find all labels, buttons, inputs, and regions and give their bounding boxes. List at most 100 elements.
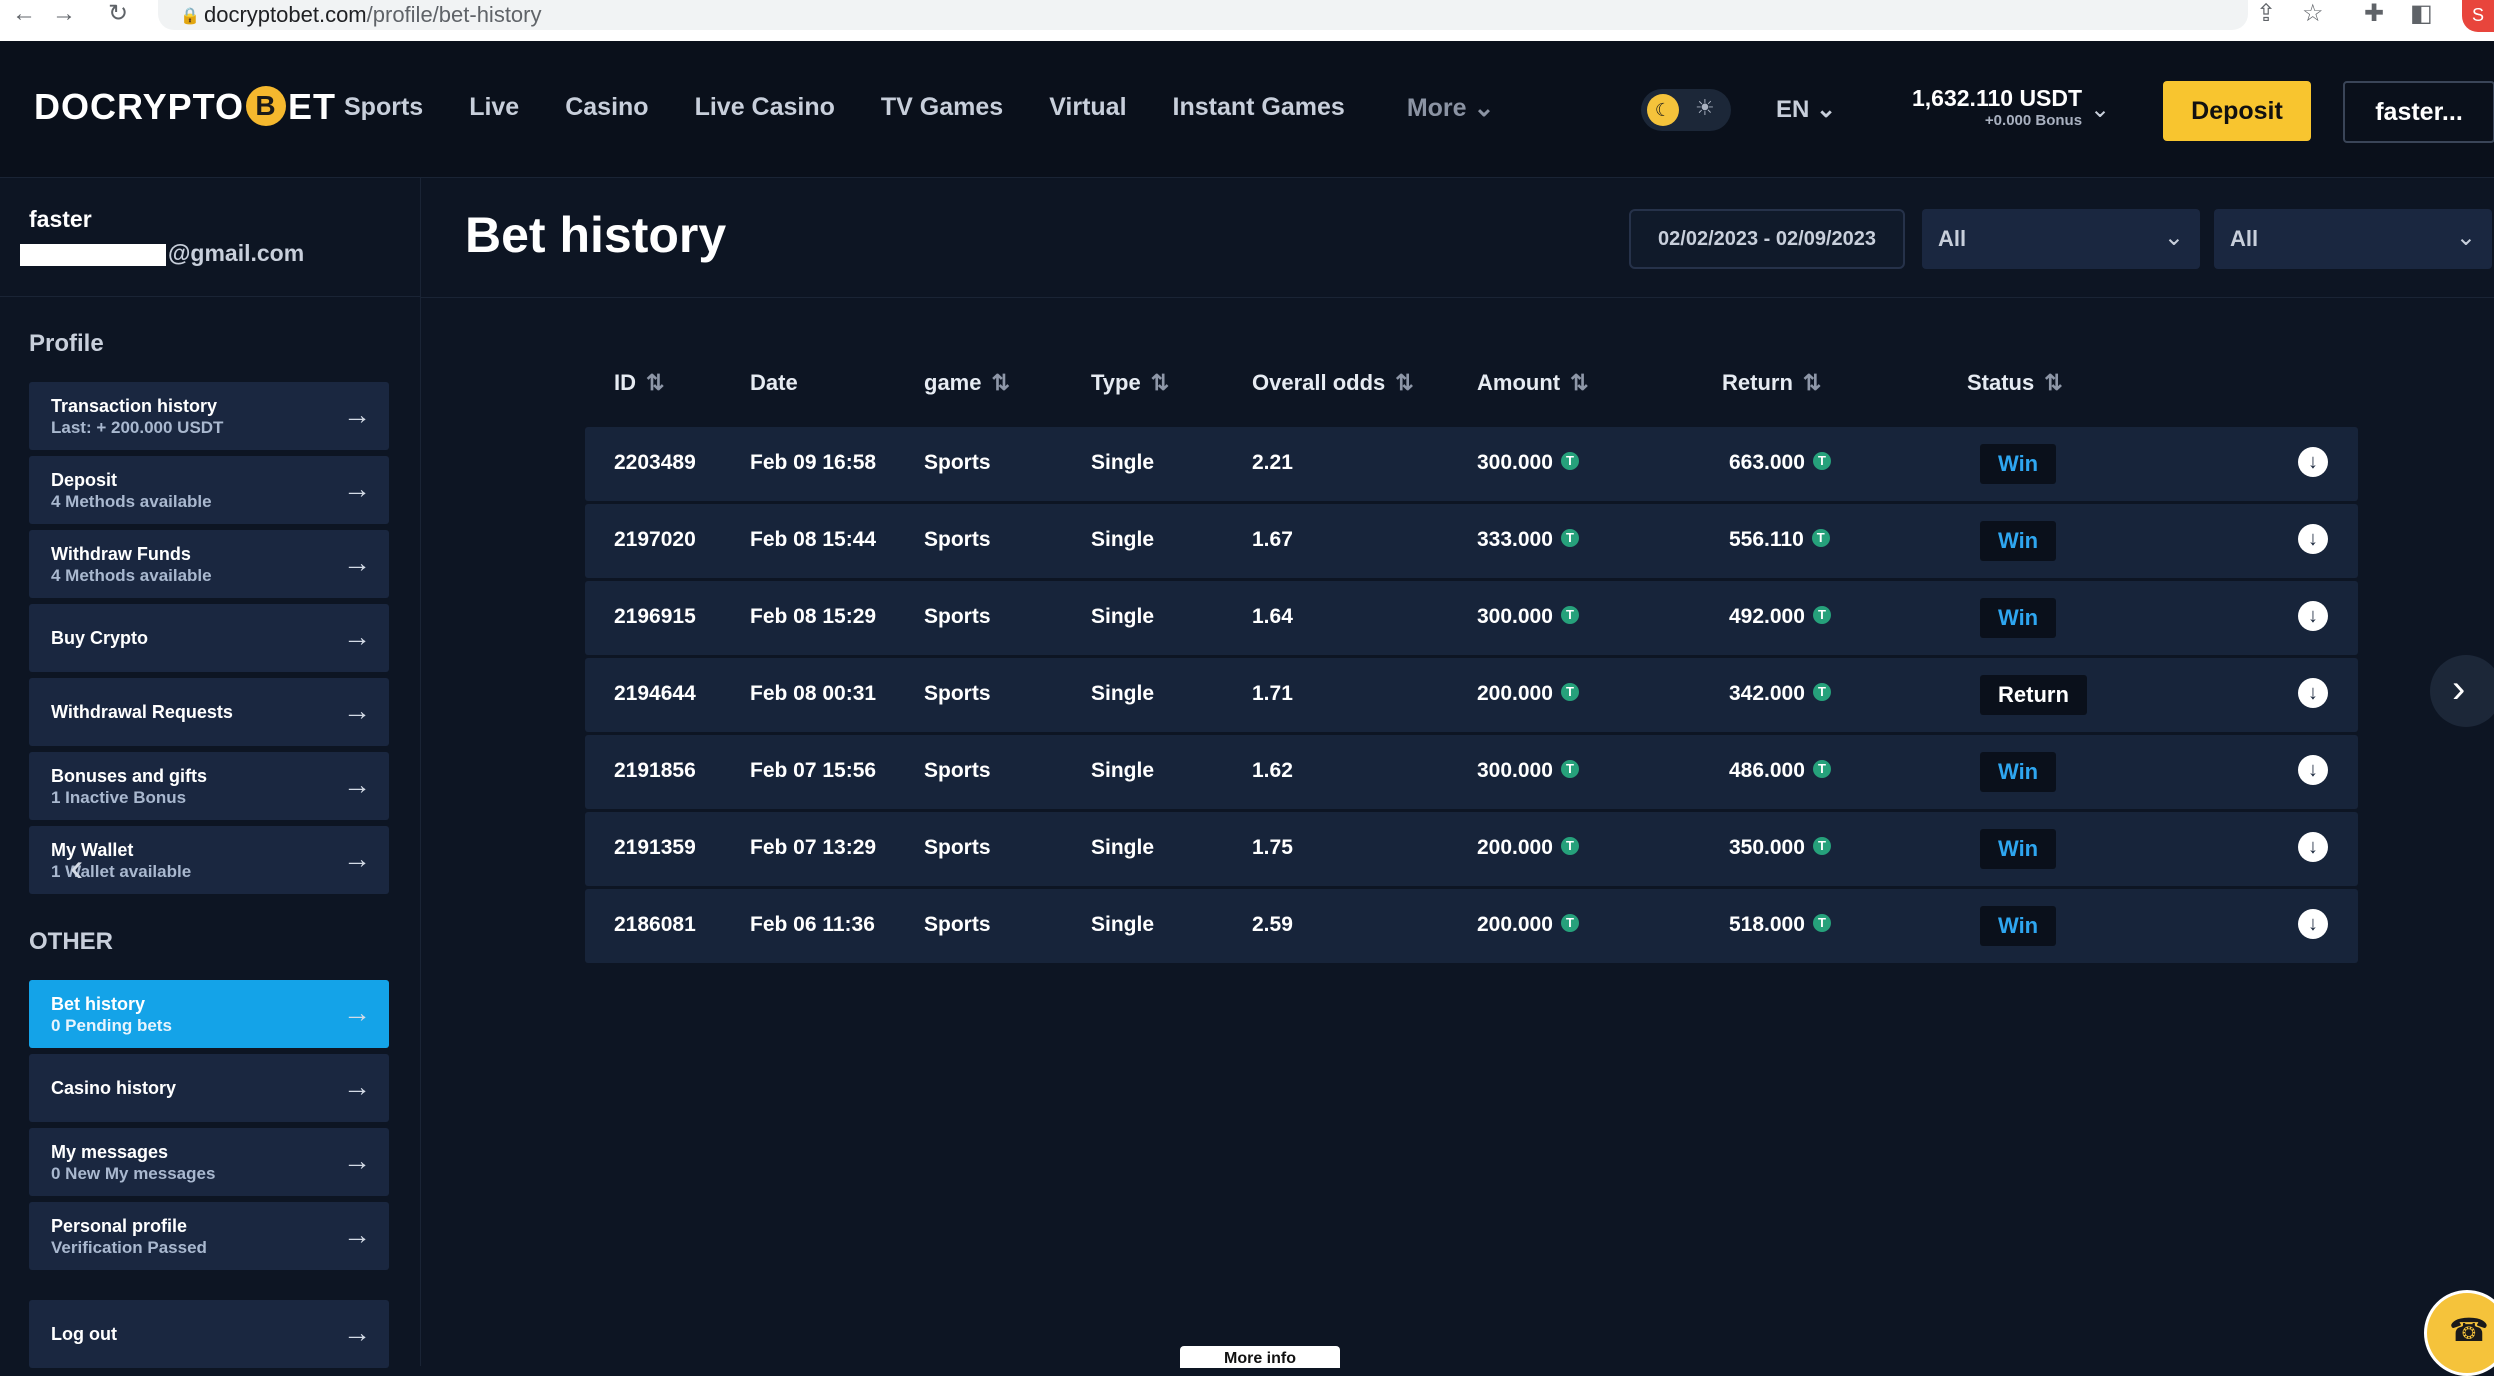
reload-icon[interactable]: ↻ xyxy=(100,0,136,30)
sort-arrows-icon[interactable]: ⇅ xyxy=(991,370,1009,395)
cell-type: Single xyxy=(1091,682,1155,705)
sidebar-item-transaction-history[interactable]: Transaction history Last: + 200.000 USDT… xyxy=(29,382,389,450)
date-range-picker[interactable]: 02/02/2023 - 02/09/2023 xyxy=(1629,209,1905,269)
balance-display[interactable]: 1,632.110 USDT +0.000 Bonus xyxy=(1912,85,2082,129)
usdt-token-icon: T xyxy=(1811,529,1830,548)
sidebar-item-sub: 4 Methods available xyxy=(51,492,212,511)
cell-amount: 300.000 T xyxy=(1477,451,1579,475)
table-row[interactable]: 2196915 Feb 08 15:29 Sports Single 1.64 … xyxy=(585,581,2358,655)
site-logo[interactable]: DOCRYPTO B ET xyxy=(34,86,336,129)
nav-more[interactable]: More ⌄ xyxy=(1407,93,1495,123)
sidebar-item-bet-history[interactable]: Bet history 0 Pending bets → xyxy=(29,980,389,1048)
sidebar-item-withdraw-funds[interactable]: Withdraw Funds 4 Methods available → xyxy=(29,530,389,598)
bitcoin-coin-icon: B xyxy=(246,86,287,127)
sidebar-item-withdrawal-requests[interactable]: Withdrawal Requests → xyxy=(29,678,389,746)
usdt-token-icon: T xyxy=(1812,837,1831,856)
table-row[interactable]: 2191856 Feb 07 15:56 Sports Single 1.62 … xyxy=(585,735,2358,809)
nav-sports[interactable]: Sports xyxy=(344,93,423,123)
cell-id: 2194644 xyxy=(614,682,696,705)
cell-return: 518.000 T xyxy=(1729,913,1831,937)
download-circle-icon[interactable]: ↓ xyxy=(2298,832,2328,862)
browser-profile-avatar[interactable]: S xyxy=(2462,0,2494,32)
cell-odds: 1.67 xyxy=(1252,528,1293,551)
cell-date: Feb 07 15:56 xyxy=(750,759,877,782)
logout-button[interactable]: Log out → xyxy=(29,1300,389,1368)
sort-arrows-icon[interactable]: ⇅ xyxy=(2044,370,2062,395)
chevron-left-icon[interactable]: ‹ xyxy=(70,846,83,891)
column-header-status[interactable]: Status ⇅ xyxy=(1967,370,2063,396)
nav-live[interactable]: Live xyxy=(469,93,519,123)
deposit-button[interactable]: Deposit xyxy=(2163,81,2311,141)
cell-id: 2203489 xyxy=(614,451,696,474)
usdt-token-icon: T xyxy=(1560,606,1579,625)
column-header-game[interactable]: game ⇅ xyxy=(924,370,1010,396)
nav-virtual[interactable]: Virtual xyxy=(1049,93,1126,123)
back-arrow-icon[interactable]: ← xyxy=(6,0,42,30)
side-panel-icon[interactable]: ◧ xyxy=(2410,0,2433,28)
extensions-icon[interactable]: ✚ xyxy=(2364,0,2384,28)
nav-tv-games[interactable]: TV Games xyxy=(881,93,1003,123)
status-badge: Win xyxy=(1980,598,2057,638)
chevron-down-icon[interactable]: ⌄ xyxy=(2090,95,2110,124)
usdt-token-icon: T xyxy=(1560,760,1579,779)
download-circle-icon[interactable]: ↓ xyxy=(2298,601,2328,631)
download-circle-icon[interactable]: ↓ xyxy=(2298,755,2328,785)
right-arrow-icon: → xyxy=(343,399,371,430)
table-row[interactable]: 2191359 Feb 07 13:29 Sports Single 1.75 … xyxy=(585,812,2358,886)
sidebar-item-personal-profile[interactable]: Personal profile Verification Passed → xyxy=(29,1202,389,1270)
sidebar-item-label: Withdraw Funds xyxy=(51,544,191,564)
column-header-id[interactable]: ID ⇅ xyxy=(614,370,664,396)
more-info-tab[interactable]: More info xyxy=(1180,1346,1340,1368)
sun-icon: ☀ xyxy=(1695,95,1715,120)
cell-return: 350.000 T xyxy=(1729,836,1831,860)
forward-arrow-icon[interactable]: → xyxy=(46,0,82,30)
address-bar[interactable]: 🔒 docryptobet.com/profile/bet-history xyxy=(158,0,2248,30)
usdt-token-icon: T xyxy=(1560,683,1579,702)
sidebar-item-buy-crypto[interactable]: Buy Crypto → xyxy=(29,604,389,672)
carousel-next-button[interactable]: › xyxy=(2430,655,2494,727)
sidebar-item-casino-history[interactable]: Casino history → xyxy=(29,1054,389,1122)
column-header-amount[interactable]: Amount ⇅ xyxy=(1477,370,1589,396)
table-row[interactable]: 2186081 Feb 06 11:36 Sports Single 2.59 … xyxy=(585,889,2358,963)
download-circle-icon[interactable]: ↓ xyxy=(2298,524,2328,554)
sidebar-item-label: Personal profile xyxy=(51,1216,188,1236)
column-header-return[interactable]: Return ⇅ xyxy=(1722,370,1821,396)
download-circle-icon[interactable]: ↓ xyxy=(2298,447,2328,477)
right-arrow-icon: → xyxy=(343,769,371,800)
sidebar-item-label: Casino history xyxy=(51,1078,177,1098)
download-circle-icon[interactable]: ↓ xyxy=(2298,909,2328,939)
right-arrow-icon: → xyxy=(343,843,371,874)
table-row[interactable]: 2194644 Feb 08 00:31 Sports Single 1.71 … xyxy=(585,658,2358,732)
language-selector[interactable]: EN ⌄ xyxy=(1776,95,1836,124)
sidebar-item-my-messages[interactable]: My messages 0 New My messages → xyxy=(29,1128,389,1196)
nav-live-casino[interactable]: Live Casino xyxy=(695,93,835,123)
cell-odds: 1.64 xyxy=(1252,605,1293,628)
filter-select-2[interactable]: All ⌄ xyxy=(2214,209,2492,269)
site-header: DOCRYPTO B ET Sports Live Casino Live Casi… xyxy=(0,41,2494,178)
user-menu-button[interactable]: faster... xyxy=(2343,81,2494,143)
bookmark-star-icon[interactable]: ☆ xyxy=(2302,0,2324,28)
theme-toggle[interactable]: ☾ ☀ xyxy=(1641,89,1731,131)
column-header-overall-odds[interactable]: Overall odds ⇅ xyxy=(1252,370,1414,396)
usdt-token-icon: T xyxy=(1560,452,1579,471)
column-header-type[interactable]: Type ⇅ xyxy=(1091,370,1169,396)
sidebar-item-bonuses-and-gifts[interactable]: Bonuses and gifts 1 Inactive Bonus → xyxy=(29,752,389,820)
headset-icon: ☎ xyxy=(2449,1312,2489,1348)
sidebar-item-deposit[interactable]: Deposit 4 Methods available → xyxy=(29,456,389,524)
table-row[interactable]: 2203489 Feb 09 16:58 Sports Single 2.21 … xyxy=(585,427,2358,501)
sort-arrows-icon[interactable]: ⇅ xyxy=(646,370,664,395)
sort-arrows-icon[interactable]: ⇅ xyxy=(1803,370,1821,395)
share-icon[interactable]: ⇪ xyxy=(2256,0,2276,28)
support-chat-button[interactable]: ☎ xyxy=(2424,1290,2494,1376)
sort-arrows-icon[interactable]: ⇅ xyxy=(1151,370,1169,395)
sort-arrows-icon[interactable]: ⇅ xyxy=(1395,370,1413,395)
nav-casino[interactable]: Casino xyxy=(565,93,648,123)
cell-game: Sports xyxy=(924,759,991,782)
cell-date: Feb 09 16:58 xyxy=(750,451,877,474)
nav-instant-games[interactable]: Instant Games xyxy=(1173,93,1345,123)
sort-arrows-icon[interactable]: ⇅ xyxy=(1570,370,1588,395)
table-row[interactable]: 2197020 Feb 08 15:44 Sports Single 1.67 … xyxy=(585,504,2358,578)
download-circle-icon[interactable]: ↓ xyxy=(2298,678,2328,708)
cell-type: Single xyxy=(1091,528,1155,551)
filter-select-1[interactable]: All ⌄ xyxy=(1922,209,2200,269)
